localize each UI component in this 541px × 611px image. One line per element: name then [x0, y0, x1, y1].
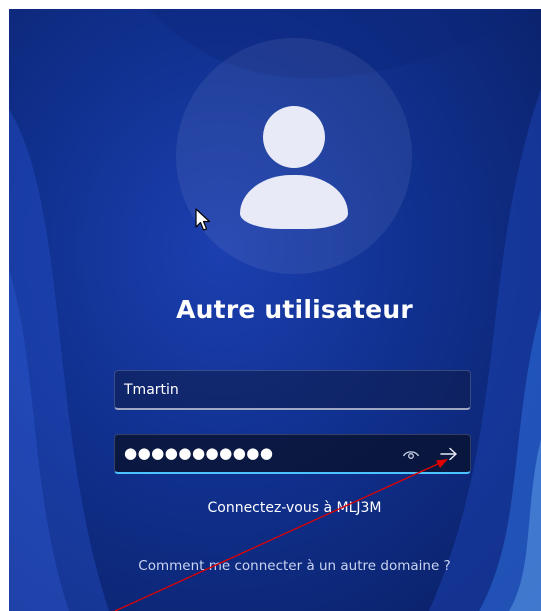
other-domain-link[interactable]: Comment me connecter à un autre domaine …: [9, 558, 541, 574]
password-field[interactable]: ●●●●●●●●●●●: [114, 434, 471, 474]
eye-icon[interactable]: [402, 448, 420, 460]
arrow-right-icon: [440, 447, 457, 461]
mouse-cursor-icon: [195, 208, 211, 231]
username-value: Tmartin: [124, 382, 179, 398]
lock-screen: Autre utilisateur Tmartin ●●●●●●●●●●● Co…: [9, 9, 541, 611]
password-mask: ●●●●●●●●●●●: [124, 444, 274, 462]
user-avatar-icon: [263, 106, 325, 168]
username-field[interactable]: Tmartin: [114, 370, 471, 410]
submit-button[interactable]: [434, 441, 464, 467]
page-title: Autre utilisateur: [176, 295, 413, 324]
sign-in-domain-text: Connectez-vous à MLJ3M: [207, 500, 382, 516]
user-avatar: [176, 38, 412, 274]
user-avatar-body: [240, 175, 348, 229]
